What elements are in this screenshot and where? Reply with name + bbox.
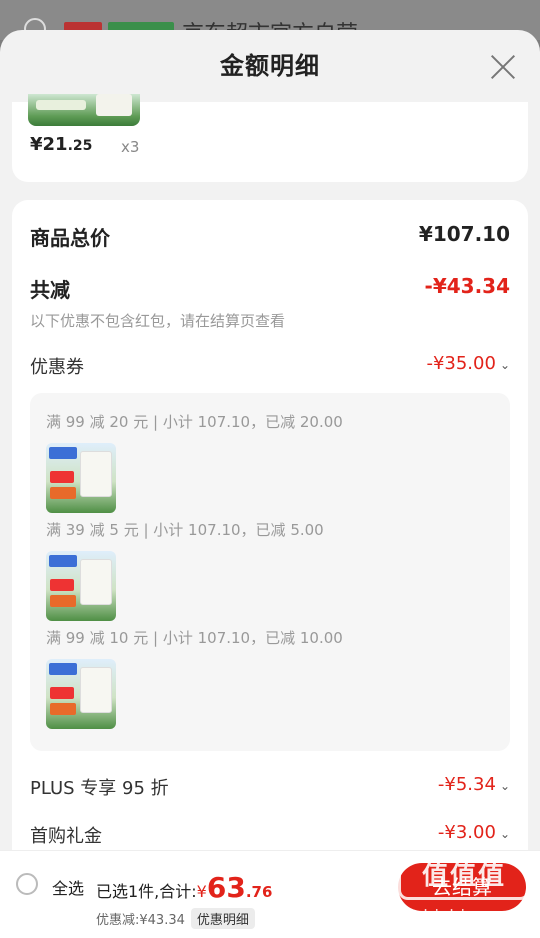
coupon-item-text: 满 39 减 5 元 | 小计 107.10，已减 5.00 [46,521,324,539]
close-icon[interactable] [490,54,516,80]
checkout-button[interactable]: 去结算 [398,863,526,911]
chevron-down-icon: ⌄ [499,358,510,372]
product-price: ¥21.25 [30,134,93,155]
coupon-row[interactable]: 优惠券 -¥35.00 ⌄ [30,353,510,381]
total-currency: ¥ [196,882,207,901]
reduced-note: 以下优惠不包含红包，请在结算页查看 [30,312,286,330]
goods-total-label: 商品总价 [30,226,110,250]
plus-discount-label: PLUS 专享 95 折 [30,778,169,799]
amount-detail-sheet: 金额明细 ¥21.25 x3 商品总价 ¥107.10 共减 -¥43.34 以… [0,30,540,850]
select-all-checkbox[interactable] [16,873,38,895]
chevron-down-icon: ⌄ [499,827,510,841]
sheet-header: 金额明细 [0,30,540,102]
discount-amount: 优惠减:¥43.34 [96,913,185,928]
coupon-label: 优惠券 [30,357,84,378]
chevron-down-icon: ⌄ [499,779,510,793]
plus-discount-value[interactable]: -¥5.34 ⌄ [438,774,510,795]
first-buy-label: 首购礼金 [30,826,102,847]
coupon-value[interactable]: -¥35.00 ⌄ [426,353,510,374]
first-buy-row[interactable]: 首购礼金 -¥3.00 ⌄ [30,822,510,850]
total-integer: 63 [206,871,246,904]
reduced-label: 共减 [30,278,70,302]
amount-breakdown-card: 商品总价 ¥107.10 共减 -¥43.34 以下优惠不包含红包，请在结算页查… [12,200,528,850]
sheet-title: 金额明细 [220,52,320,80]
select-all-label[interactable]: 全选 [52,875,84,899]
coupon-product-image [46,551,116,621]
product-card: ¥21.25 x3 [12,94,528,182]
goods-total-row: 商品总价 ¥107.10 [30,222,510,252]
coupon-product-image [46,443,116,513]
product-thumbnail [28,94,140,126]
discount-detail-button[interactable]: 优惠明细 [190,908,255,929]
goods-total-value: ¥107.10 [418,222,510,246]
reduced-value: -¥43.34 [424,274,510,298]
coupon-detail-list: 满 99 减 20 元 | 小计 107.10，已减 20.00 满 39 减 … [30,393,510,751]
coupon-item-text: 满 99 减 20 元 | 小计 107.10，已减 20.00 [46,413,343,431]
total-fraction: .76 [245,883,273,901]
discount-summary: 优惠减:¥43.34 优惠明细 [96,908,255,929]
selected-summary: 已选1件,合计:¥63.76 [96,871,272,904]
reduced-total-row: 共减 -¥43.34 [30,274,510,304]
first-buy-value[interactable]: -¥3.00 ⌄ [438,822,510,843]
selected-prefix: 已选1件,合计: [96,882,197,901]
watermark-site: zhizhizhi.com [388,906,510,925]
product-quantity: x3 [121,138,140,156]
coupon-product-image [46,659,116,729]
reduced-note-row: 以下优惠不包含红包，请在结算页查看 [30,310,510,331]
coupon-item-text: 满 99 减 10 元 | 小计 107.10，已减 10.00 [46,629,343,647]
plus-discount-row[interactable]: PLUS 专享 95 折 -¥5.34 ⌄ [30,774,510,802]
